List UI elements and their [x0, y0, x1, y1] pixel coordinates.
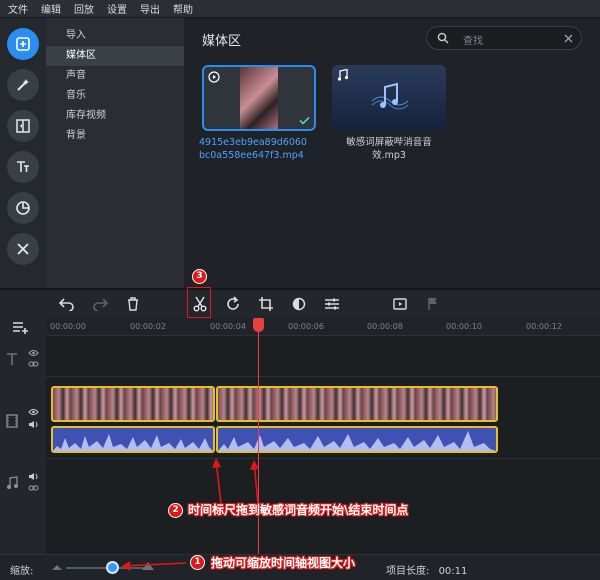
video-editor-window: 文件 编辑 回放 设置 导出 帮助 导入 媒体区 声音 音乐 库存视频 背景 媒…	[0, 0, 600, 580]
annotation-note-zoom: 拖动可缩放时间轴视图大小	[211, 556, 356, 570]
annotation-arrows	[121, 458, 259, 571]
annotation-note-playhead: 时间标尺拖到敏感词音频开始\结束时间点	[188, 503, 409, 517]
annotation-badge-1: 1	[190, 555, 205, 570]
annotation-badge-2: 2	[168, 503, 183, 518]
